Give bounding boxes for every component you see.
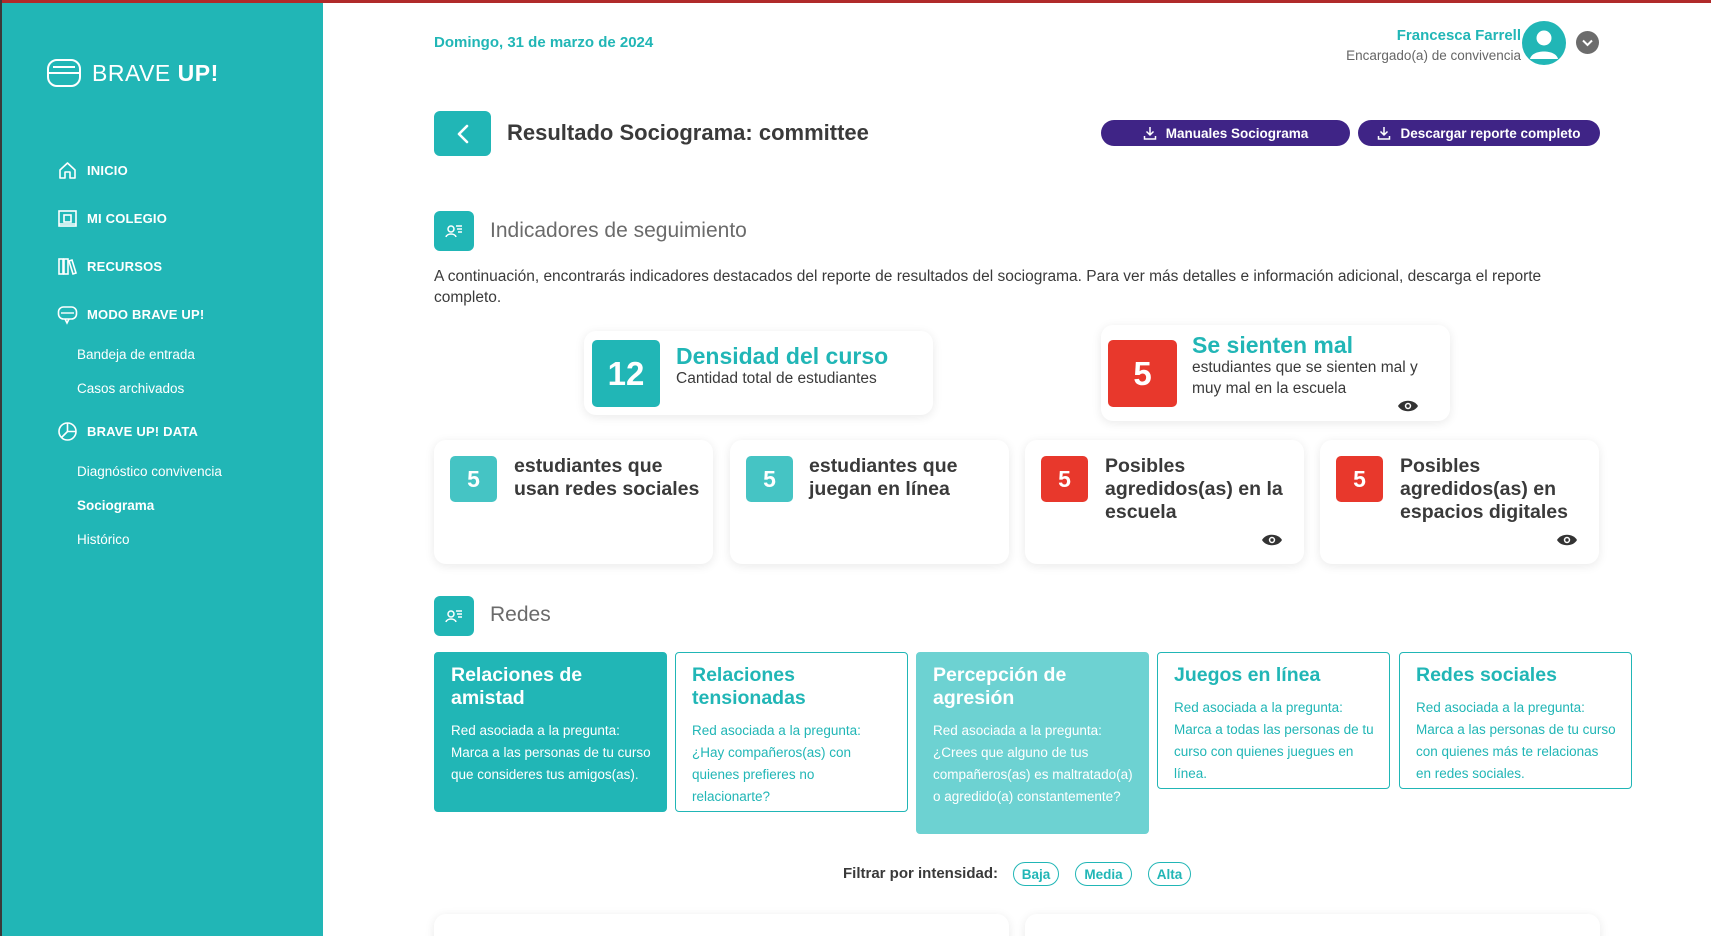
agredidos-digital-value: 5 — [1336, 456, 1383, 502]
red-title: Juegos en línea — [1174, 664, 1321, 686]
red-desc: Red asociada a la pregunta: ¿Hay compañe… — [692, 723, 861, 804]
user-info: Francesca Farrell Encargado(a) de conviv… — [1346, 27, 1521, 63]
red-title: Redes sociales — [1416, 664, 1557, 686]
red-amistad-card[interactable]: Relaciones de amistad Red asociada a la … — [434, 652, 667, 812]
indicadores-heading: Indicadores de seguimiento — [490, 219, 747, 242]
current-date: Domingo, 31 de marzo de 2024 — [434, 34, 654, 51]
filter-label: Filtrar por intensidad: — [843, 865, 999, 882]
densidad-title: Densidad del curso — [676, 343, 889, 369]
eye-icon[interactable] — [1261, 533, 1283, 547]
juegan-value: 5 — [746, 456, 793, 502]
user-menu-toggle[interactable] — [1576, 31, 1599, 54]
manuales-label: Manuales Sociograma — [1165, 125, 1309, 141]
indicadores-section-icon — [434, 211, 474, 251]
redes-heading: Redes — [490, 603, 551, 626]
sidebar-subitem-diagnostico[interactable]: Diagnóstico convivencia — [77, 464, 222, 479]
sidebar-item-recursos[interactable]: RECURSOS — [57, 256, 162, 277]
red-desc: Red asociada a la pregunta: Marca a las … — [451, 723, 651, 782]
user-avatar-icon — [1530, 30, 1558, 59]
red-title: Percepción de agresión — [933, 664, 1067, 709]
brand-name: BRAVE UP! — [92, 59, 219, 86]
sidebar-item-label: INICIO — [87, 163, 128, 178]
sidebar-item-modo-brave-up[interactable]: MODO BRAVE UP! — [57, 304, 204, 325]
filter-media-button[interactable]: Media — [1075, 862, 1132, 886]
home-icon — [59, 162, 76, 179]
descargar-label: Descargar reporte completo — [1400, 125, 1581, 141]
red-juegos-card[interactable]: Juegos en línea Red asociada a la pregun… — [1157, 652, 1390, 789]
densidad-value: 12 — [592, 340, 660, 407]
chevron-left-icon — [457, 124, 468, 143]
brand-logo[interactable]: BRAVE UP! — [46, 58, 219, 88]
window-top-border — [0, 0, 1711, 3]
sidebar-subitem-bandeja[interactable]: Bandeja de entrada — [77, 347, 195, 362]
redes-sociales-text: estudiantes que usan redes sociales — [514, 455, 700, 500]
agredidos-digital-text: Posibles agredidos(as) en espacios digit… — [1400, 455, 1568, 523]
agredidos-escuela-value: 5 — [1041, 456, 1088, 502]
sidebar-subitem-casos-archivados[interactable]: Casos archivados — [77, 381, 184, 396]
back-button[interactable] — [434, 111, 491, 156]
person-list-icon — [445, 225, 462, 238]
sienten-mal-card: 5 Se sienten mal estudiantes que se sien… — [1101, 325, 1450, 421]
sienten-mal-title: Se sienten mal — [1192, 332, 1354, 358]
red-title: Relaciones de amistad — [451, 664, 583, 709]
download-icon — [1143, 127, 1156, 140]
densidad-subtitle: Cantidad total de estudiantes — [676, 370, 877, 387]
avatar[interactable] — [1522, 21, 1566, 65]
chevron-down-icon — [1582, 39, 1593, 46]
juegan-text: estudiantes que juegan en línea — [809, 455, 958, 500]
window-left-border — [0, 0, 2, 936]
page-title: Resultado Sociograma: committee — [507, 120, 869, 145]
redes-sociales-value: 5 — [450, 456, 497, 502]
sidebar-item-label: RECURSOS — [87, 259, 163, 274]
sienten-mal-value: 5 — [1108, 340, 1177, 407]
sidebar-item-label: BRAVE UP! DATA — [87, 424, 199, 439]
red-tensionadas-card[interactable]: Relaciones tensionadas Red asociada a la… — [675, 652, 908, 812]
filter-alta-button[interactable]: Alta — [1148, 862, 1191, 886]
eye-icon[interactable] — [1397, 399, 1419, 413]
pie-chart-icon — [58, 422, 77, 441]
red-title: Relaciones tensionadas — [692, 664, 806, 709]
sidebar-subitem-sociograma[interactable]: Sociograma — [77, 498, 154, 513]
red-desc: Red asociada a la pregunta: Marca a toda… — [1174, 700, 1374, 781]
sidebar-item-mi-colegio[interactable]: MI COLEGIO — [57, 208, 167, 229]
agredidos-digital-card: 5 Posibles agredidos(as) en espacios dig… — [1320, 440, 1599, 564]
sidebar-subitem-historico[interactable]: Histórico — [77, 532, 130, 547]
person-list-icon — [445, 610, 462, 623]
books-icon — [58, 258, 77, 276]
red-desc: Red asociada a la pregunta: Marca a las … — [1416, 700, 1616, 781]
sidebar: BRAVE UP! INICIO MI COLEGIO RECURSOS MOD… — [0, 0, 323, 936]
densidad-card: 12 Densidad del curso Cantidad total de … — [584, 331, 933, 415]
redes-sociales-card: 5 estudiantes que usan redes sociales — [434, 440, 713, 564]
network-graph-card — [434, 914, 1009, 936]
red-redes-sociales-card[interactable]: Redes sociales Red asociada a la pregunt… — [1399, 652, 1632, 789]
agredidos-escuela-card: 5 Posibles agredidos(as) en la escuela — [1025, 440, 1304, 564]
brave-up-logo-icon — [47, 59, 81, 87]
sidebar-item-label: MODO BRAVE UP! — [87, 307, 205, 322]
network-legend-card — [1025, 914, 1600, 936]
juegan-card: 5 estudiantes que juegan en línea — [730, 440, 1009, 564]
descargar-reporte-button[interactable]: Descargar reporte completo — [1358, 120, 1600, 146]
sienten-mal-subtitle: estudiantes que se sienten mal y muy mal… — [1192, 359, 1418, 397]
download-icon — [1378, 127, 1391, 140]
sidebar-item-inicio[interactable]: INICIO — [57, 160, 128, 181]
filter-baja-button[interactable]: Baja — [1013, 862, 1059, 886]
chat-bubble-icon — [57, 306, 78, 325]
agredidos-escuela-text: Posibles agredidos(as) en la escuela — [1105, 455, 1283, 523]
user-role: Encargado(a) de convivencia — [1346, 48, 1521, 63]
sidebar-item-brave-up-data[interactable]: BRAVE UP! DATA — [57, 421, 198, 442]
red-desc: Red asociada a la pregunta: ¿Crees que a… — [933, 723, 1133, 804]
eye-icon[interactable] — [1556, 533, 1578, 547]
manuales-sociograma-button[interactable]: Manuales Sociograma — [1101, 120, 1350, 146]
red-agresion-card[interactable]: Percepción de agresión Red asociada a la… — [916, 652, 1149, 834]
user-name: Francesca Farrell — [1396, 27, 1521, 44]
school-icon — [58, 210, 77, 227]
redes-section-icon — [434, 596, 474, 636]
indicadores-intro: A continuación, encontrarás indicadores … — [434, 268, 1542, 306]
sidebar-item-label: MI COLEGIO — [87, 211, 167, 226]
